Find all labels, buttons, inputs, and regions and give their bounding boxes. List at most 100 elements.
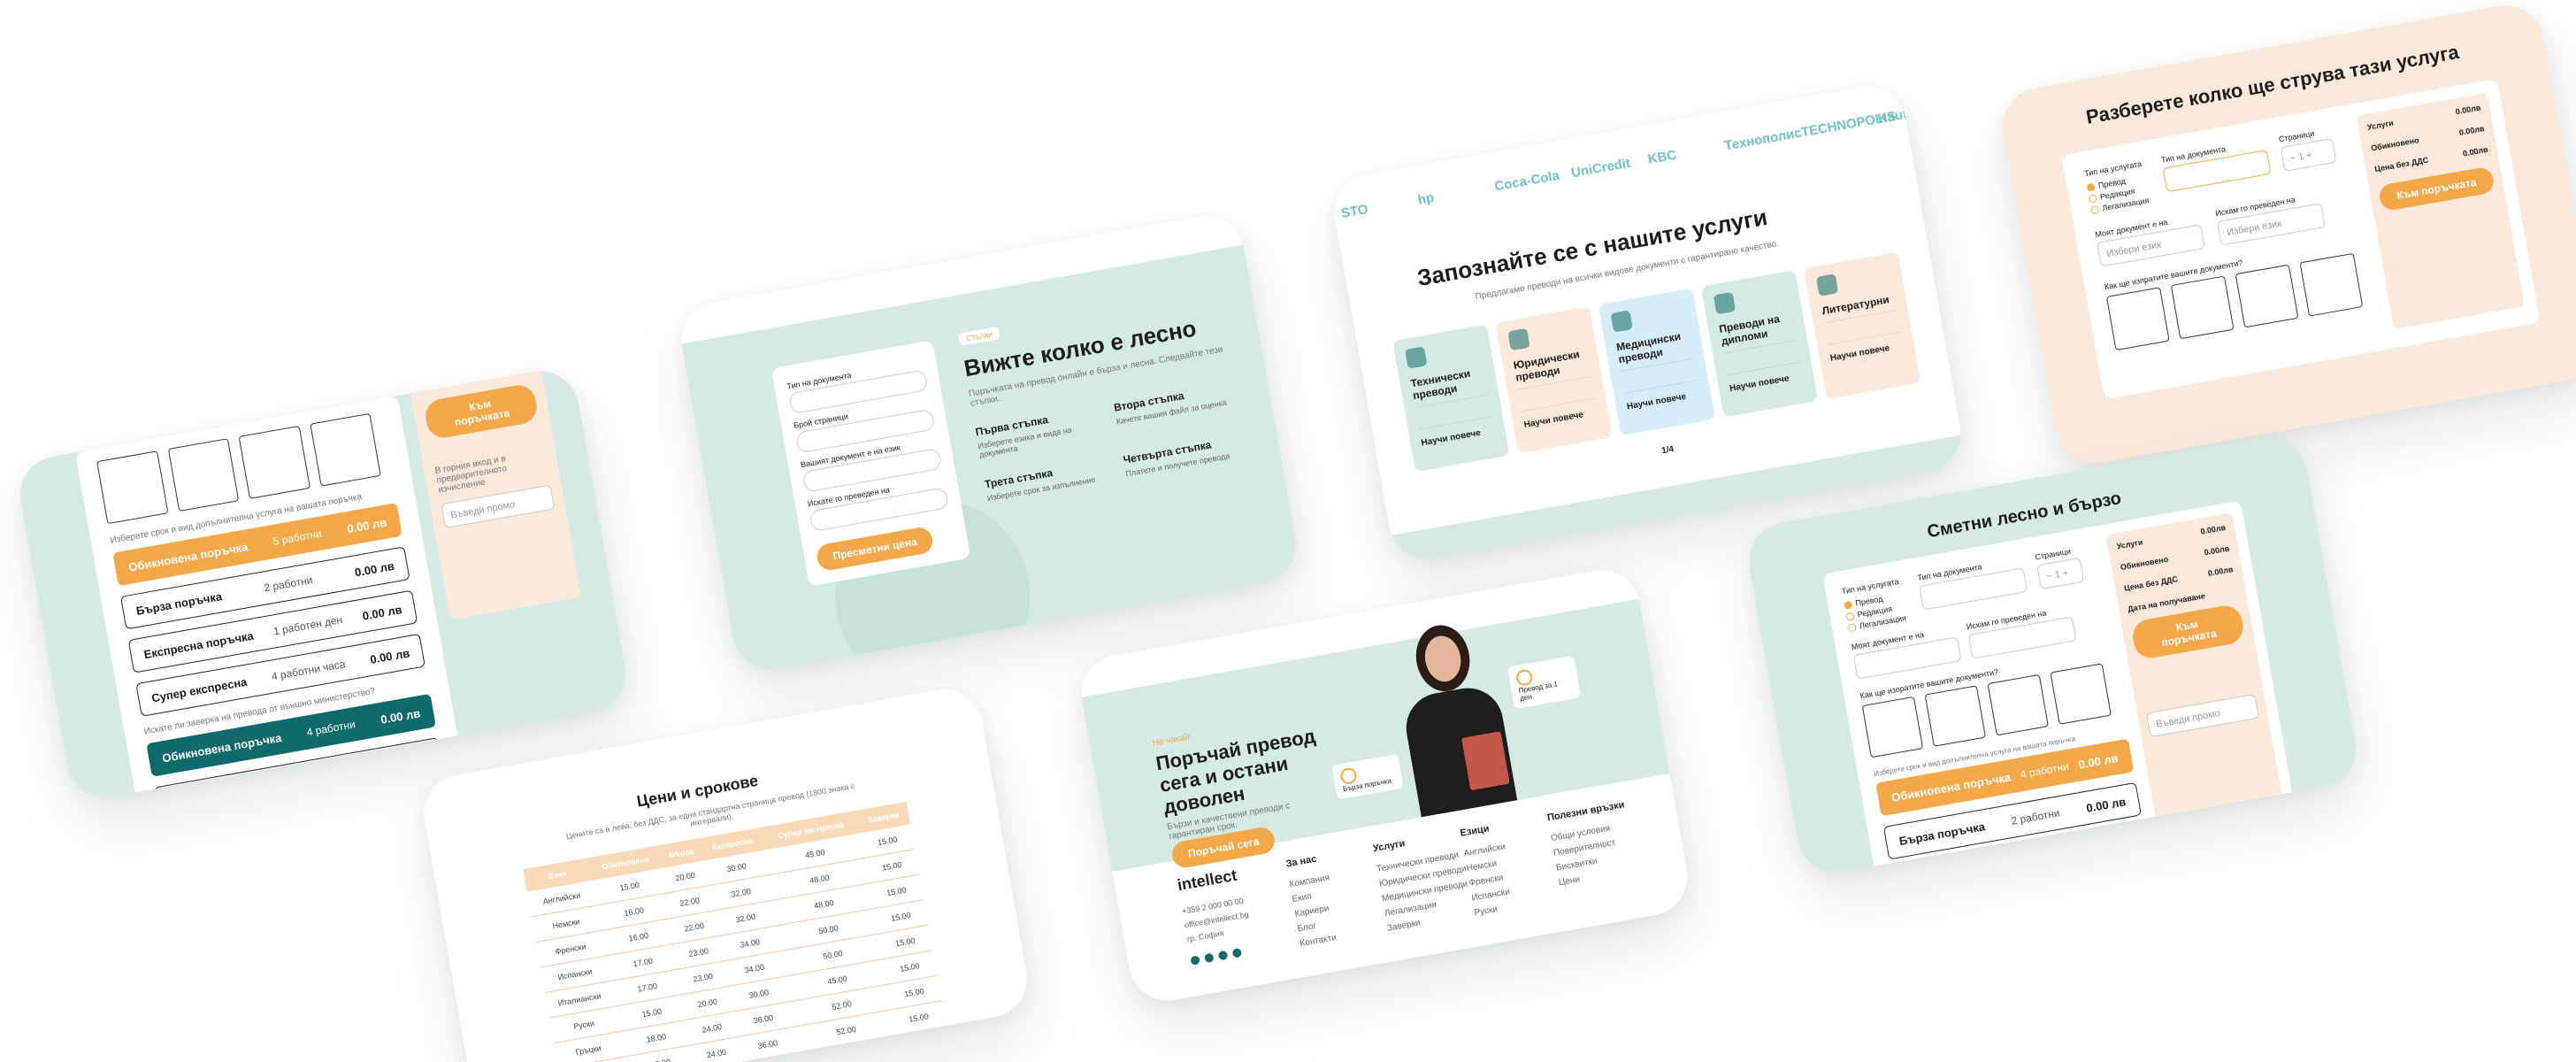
option-price: 0.00 лв — [361, 602, 403, 623]
upload-slot[interactable] — [1987, 673, 2049, 736]
option-label: Обикновена поръчка — [161, 730, 283, 765]
learn-more-link[interactable]: Научи повече — [1829, 341, 1905, 364]
upload-slot[interactable] — [96, 450, 168, 525]
summary-key: Обикновено — [2370, 135, 2420, 153]
facebook-icon[interactable] — [1190, 955, 1200, 966]
option-price: 0.00 лв — [2077, 750, 2120, 772]
upload-slot[interactable] — [1924, 685, 1987, 747]
radio-icon[interactable] — [1847, 622, 1857, 633]
calculator-rows-card: Изберете срок и вид допълнителна услуга … — [14, 365, 632, 804]
youtube-icon[interactable] — [1231, 948, 1243, 958]
option-label: Бърза поръчка — [1898, 819, 1986, 848]
steps-tag: Стъпки — [958, 327, 1000, 346]
summary-key: Услуги — [2366, 118, 2395, 132]
linkedin-icon[interactable] — [1217, 950, 1229, 961]
service-icon — [1507, 327, 1530, 351]
radio-icon[interactable] — [2086, 182, 2096, 192]
service-icon — [1610, 310, 1633, 333]
upload-slot[interactable] — [1861, 696, 1924, 758]
upload-slot[interactable] — [2235, 264, 2299, 328]
calculate-button[interactable]: Пресметни цена — [815, 525, 935, 573]
upload-slot[interactable] — [238, 425, 310, 499]
learn-more-link[interactable]: Научи повече — [1729, 372, 1804, 394]
to-order-button[interactable]: Към поръчката — [2129, 603, 2246, 661]
service-card[interactable]: Преводи на дипломи Научи повече — [1700, 270, 1819, 418]
learn-more-link[interactable]: Научи повече — [1523, 407, 1598, 430]
estimate-card: Разберете колко ще струва тази услуга Ти… — [1997, 0, 2576, 470]
summary-value: 0.00лв — [2462, 144, 2489, 158]
estimate-form: Тип на услугата Превод Редакция Легализаци… — [2061, 78, 2541, 400]
services-card: STO hp Coca-Cola UniCredit KBC Технополис TECH… — [1328, 81, 1967, 566]
option-term: 2 работни — [263, 573, 314, 595]
option-term: 1 работен ден — [272, 612, 344, 638]
hero-footer-card: Не чакай! Поръчай превод сега и остани дов… — [1075, 564, 1694, 1007]
footer-column-title: Езици — [1459, 823, 1491, 839]
step-item: Трета стъпка Изберете срок за изпълнение — [984, 457, 1111, 503]
option-term: 4 работни — [2019, 759, 2070, 781]
option-term: 5 работни — [272, 527, 323, 548]
calculator-card: Сметни лесно и бързо Тип на услугата Пре… — [1743, 431, 2362, 879]
summary-key: Цена без ДДС — [2373, 155, 2429, 174]
service-icon — [1815, 273, 1839, 296]
upload-slot[interactable] — [2170, 275, 2235, 340]
promo-input[interactable]: Въведи промо — [2146, 693, 2259, 738]
radio-icon[interactable] — [1845, 611, 1855, 621]
service-card[interactable]: Медицински преводи Научи повече — [1598, 288, 1715, 436]
upload-slot[interactable] — [2299, 252, 2364, 317]
to-order-button[interactable]: Към поръчката — [422, 382, 540, 441]
service-icon — [1405, 346, 1428, 369]
upload-slot[interactable] — [2050, 663, 2112, 725]
radio-icon[interactable] — [2088, 193, 2098, 204]
prices-card: Цени и срокове Цените са в лева, без ДДС… — [418, 683, 1033, 1062]
upload-slot[interactable] — [309, 412, 381, 487]
upload-slot[interactable] — [2105, 287, 2170, 351]
option-term: 2 работни часа — [295, 759, 372, 786]
option-label: Експресна поръчка — [142, 628, 255, 661]
to-order-button[interactable]: Към поръчката — [2377, 165, 2496, 212]
option-price: 0.00 лв — [369, 645, 411, 666]
radio-icon[interactable] — [2089, 204, 2100, 215]
learn-more-link[interactable]: Научи повече — [1421, 426, 1496, 449]
option-term: 4 работни часа — [270, 658, 347, 683]
learn-more-link[interactable]: Научи повече — [1626, 389, 1701, 412]
client-logo: UniCredit — [1569, 155, 1632, 181]
showcase-canvas: Изберете срок и вид допълнителна услуга … — [0, 0, 2576, 1062]
option-label: Бърза поръчка — [134, 589, 224, 618]
step-item: Първа стъпка Изберете езика и вида на док… — [975, 404, 1103, 459]
badge-order: Бърза поръчка — [1331, 753, 1404, 800]
brand-logo[interactable]: intellect — [1176, 866, 1238, 895]
radio-icon[interactable] — [1843, 600, 1853, 610]
summary-value: 0.00лв — [2207, 565, 2235, 578]
summary-key: Обикновено — [2120, 554, 2169, 573]
client-logo: Технополис — [1723, 125, 1803, 154]
quick-form: Тип на документа Брой страници Вашият доку… — [770, 340, 971, 587]
option-label: Обикновена поръчка — [127, 539, 249, 574]
summary-key: Услуги — [2115, 537, 2144, 551]
pages-stepper[interactable]: − 1 + — [2280, 137, 2337, 172]
pages-stepper[interactable]: − 1 + — [2036, 557, 2085, 590]
hero-small: Не чакай! — [1151, 732, 1192, 749]
steps-card: Тип на документа Брой страници Вашият доку… — [675, 210, 1302, 675]
option-price: 0.00 лв — [346, 515, 388, 535]
option-label: Експресна поръчка — [1905, 858, 2018, 879]
service-card[interactable]: Юридически преводи Научи повече — [1495, 306, 1613, 454]
option-label: Супер експресна — [150, 674, 249, 704]
services-pager[interactable]: 1/4 — [1660, 444, 1675, 456]
step-item: Втора стъпка Качете вашия файл за оценка — [1113, 380, 1241, 435]
option-price: 0.00 лв — [2085, 794, 2128, 815]
instagram-icon[interactable] — [1204, 952, 1215, 964]
service-card[interactable]: Технически преводи Научи повече — [1392, 324, 1510, 473]
option-row[interactable]: Супер експресна4 работни часа0.00 лв — [161, 781, 452, 804]
estimate-summary: Услуги 0.00лв Обикновено 0.00лв Цена без ДДС… — [2356, 92, 2525, 330]
service-card[interactable]: Литературни Научи повече — [1803, 251, 1921, 400]
upload-slot[interactable] — [167, 438, 240, 512]
option-term: 1 работен ден — [2020, 846, 2091, 871]
client-logo: Kaufland — [1876, 102, 1936, 127]
footer-column: Полезни връзки Общи условия Поверителност Б… — [1546, 797, 1637, 890]
option-price: 0.00 лв — [387, 749, 429, 770]
footer-column: За нас Компания Екип Кариери Блог Контакти — [1284, 850, 1341, 951]
summary-value: 0.00лв — [2454, 103, 2482, 117]
client-logo: Coca-Cola — [1493, 167, 1561, 195]
option-term: 4 работни — [305, 718, 356, 739]
client-logo: KBC — [1646, 147, 1678, 167]
